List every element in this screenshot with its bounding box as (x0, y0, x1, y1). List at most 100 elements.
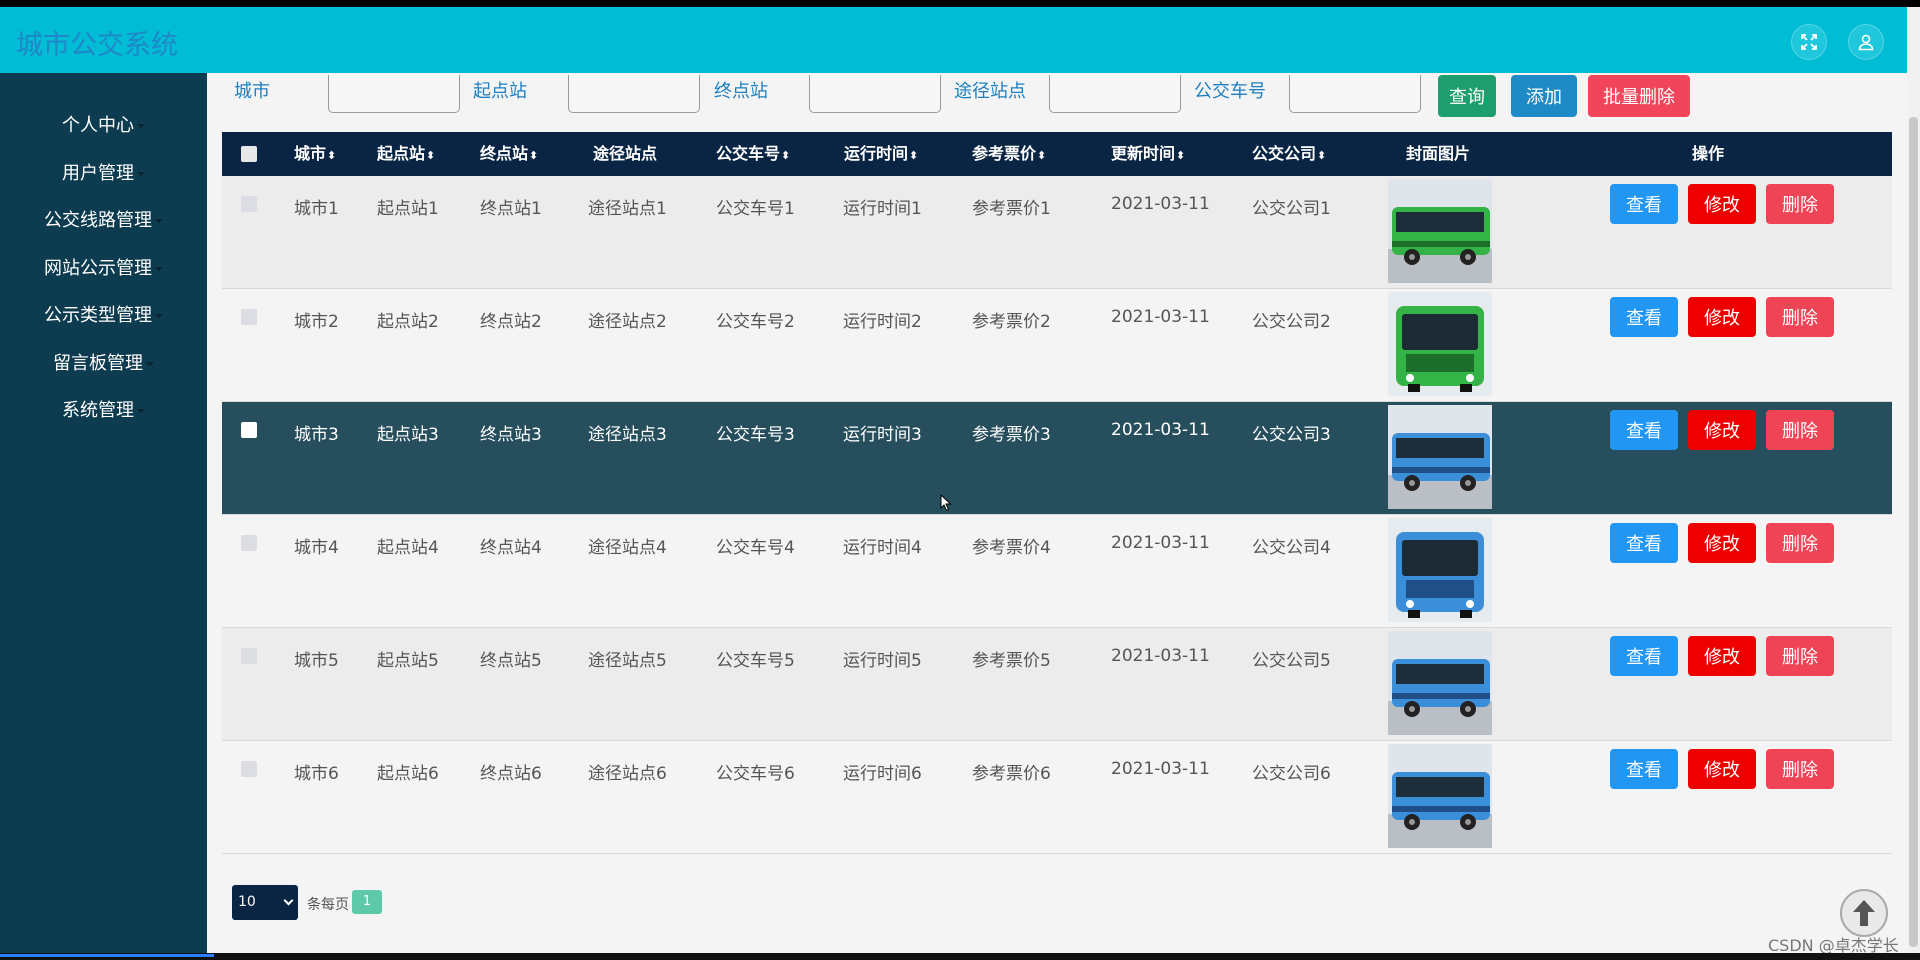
table-row[interactable]: 城市4 起点站4 终点站4 途径站点4 公交车号4 运行时间4 参考票价4 2021-03-1… (222, 515, 1892, 628)
edit-button[interactable]: 修改 (1688, 184, 1756, 224)
search-input-city[interactable] (328, 75, 460, 113)
sidebar-item-system-management[interactable]: 系统管理 (0, 396, 207, 426)
cell-start: 起点站4 (377, 538, 439, 558)
sidebar-item-label: 系统管理 (62, 400, 134, 421)
table-row[interactable]: 城市3 起点站3 终点站3 途径站点3 公交车号3 运行时间3 参考票价3 2021-03-1… (222, 402, 1892, 515)
view-button[interactable]: 查看 (1610, 749, 1678, 789)
cell-city: 城市5 (294, 651, 339, 671)
sidebar-item-notice-type-management[interactable]: 公示类型管理 (0, 301, 207, 331)
table-row[interactable]: 城市1 起点站1 终点站1 途径站点1 公交车号1 运行时间1 参考票价1 2021-03-1… (222, 176, 1892, 289)
search-input-start[interactable] (568, 75, 700, 113)
cell-start: 起点站3 (377, 425, 439, 445)
table-row[interactable]: 城市6 起点站6 终点站6 途径站点6 公交车号6 运行时间6 参考票价6 2021-03-1… (222, 741, 1892, 854)
cell-company: 公交公司6 (1252, 764, 1331, 784)
header-label: 运行时间 (844, 144, 909, 163)
cell-updated: 2021-03-11 (1111, 194, 1210, 214)
cell-end: 终点站3 (480, 425, 542, 445)
view-button[interactable]: 查看 (1610, 184, 1678, 224)
header-label: 途径站点 (593, 144, 658, 163)
header-end[interactable]: 终点站⬍ (480, 132, 538, 176)
table-row[interactable]: 城市2 起点站2 终点站2 途径站点2 公交车号2 运行时间2 参考票价2 2021-03-1… (222, 289, 1892, 402)
cell-via: 途径站点5 (588, 651, 667, 671)
sidebar-item-bus-route-management[interactable]: 公交线路管理 (0, 206, 207, 236)
cover-image (1388, 744, 1492, 848)
scroll-to-top-button[interactable] (1840, 889, 1888, 937)
search-input-bus-no[interactable] (1289, 75, 1421, 113)
cell-fare: 参考票价5 (972, 651, 1051, 671)
header-label: 封面图片 (1406, 144, 1471, 163)
cell-end: 终点站6 (480, 764, 542, 784)
delete-button[interactable]: 删除 (1766, 749, 1834, 789)
cell-city: 城市1 (294, 199, 339, 219)
page-scrollbar[interactable] (1907, 7, 1920, 953)
sidebar-item-user-management[interactable]: 用户管理 (0, 159, 207, 189)
header-cover-image: 封面图片 (1406, 132, 1470, 176)
search-label-via: 途径站点 (954, 81, 1026, 102)
cover-image (1388, 179, 1492, 283)
view-button[interactable]: 查看 (1610, 636, 1678, 676)
edit-button[interactable]: 修改 (1688, 410, 1756, 450)
header-bus-no[interactable]: 公交车号⬍ (716, 132, 790, 176)
row-checkbox[interactable] (241, 422, 257, 438)
search-input-via[interactable] (1049, 75, 1181, 113)
header-fare[interactable]: 参考票价⬍ (972, 132, 1046, 176)
chevron-down-icon (283, 895, 294, 906)
cover-image (1388, 631, 1492, 735)
header-city[interactable]: 城市⬍ (294, 132, 336, 176)
sidebar-item-personal-center[interactable]: 个人中心 (0, 111, 207, 141)
header-company[interactable]: 公交公司⬍ (1252, 132, 1326, 176)
header-run-time[interactable]: 运行时间⬍ (844, 132, 918, 176)
row-checkbox[interactable] (241, 309, 257, 325)
edit-button[interactable]: 修改 (1688, 749, 1756, 789)
header-via: 途径站点 (593, 132, 657, 176)
caret-down-icon (146, 362, 154, 366)
cell-run-time: 运行时间3 (843, 425, 922, 445)
view-button[interactable]: 查看 (1610, 523, 1678, 563)
cover-image (1388, 518, 1492, 622)
cell-bus-no: 公交车号5 (716, 651, 795, 671)
header-updated[interactable]: 更新时间⬍ (1111, 132, 1185, 176)
header-label: 参考票价 (972, 144, 1037, 163)
select-all-checkbox[interactable] (241, 146, 257, 162)
view-button[interactable]: 查看 (1610, 410, 1678, 450)
delete-button[interactable]: 删除 (1766, 297, 1834, 337)
fullscreen-icon[interactable] (1791, 24, 1827, 60)
user-icon[interactable] (1848, 24, 1884, 60)
cell-start: 起点站1 (377, 199, 439, 219)
row-checkbox[interactable] (241, 761, 257, 777)
delete-button[interactable]: 删除 (1766, 636, 1834, 676)
cell-city: 城市3 (294, 425, 339, 445)
sidebar-item-message-board-management[interactable]: 留言板管理 (0, 349, 207, 379)
cell-fare: 参考票价4 (972, 538, 1051, 558)
delete-button[interactable]: 删除 (1766, 523, 1834, 563)
row-checkbox[interactable] (241, 196, 257, 212)
per-page-label: 条每页 (307, 897, 349, 913)
cell-end: 终点站5 (480, 651, 542, 671)
page-button-current[interactable]: 1 (352, 890, 382, 914)
cell-end: 终点站1 (480, 199, 542, 219)
cell-via: 途径站点2 (588, 312, 667, 332)
table-header: 城市⬍ 起点站⬍ 终点站⬍ 途径站点 公交车号⬍ 运行时间⬍ 参考票价⬍ 更新时… (222, 132, 1892, 176)
page-size-select[interactable]: 10 (232, 885, 298, 920)
top-bar: 城市公交系统 (0, 7, 1907, 73)
header-start[interactable]: 起点站⬍ (377, 132, 435, 176)
table-row[interactable]: 城市5 起点站5 终点站5 途径站点5 公交车号5 运行时间5 参考票价5 2021-03-1… (222, 628, 1892, 741)
add-button[interactable]: 添加 (1511, 75, 1577, 117)
view-button[interactable]: 查看 (1610, 297, 1678, 337)
delete-button[interactable]: 删除 (1766, 184, 1834, 224)
row-checkbox[interactable] (241, 535, 257, 551)
sidebar-item-notice-management[interactable]: 网站公示管理 (0, 254, 207, 284)
query-button[interactable]: 查询 (1438, 75, 1496, 117)
batch-delete-button[interactable]: 批量删除 (1588, 75, 1690, 117)
delete-button[interactable]: 删除 (1766, 410, 1834, 450)
scrollbar-thumb[interactable] (1909, 117, 1918, 947)
cell-company: 公交公司1 (1252, 199, 1331, 219)
sort-icon: ⬍ (327, 149, 337, 162)
edit-button[interactable]: 修改 (1688, 523, 1756, 563)
edit-button[interactable]: 修改 (1688, 297, 1756, 337)
row-checkbox[interactable] (241, 648, 257, 664)
caret-down-icon (137, 172, 145, 176)
search-label-bus-no: 公交车号 (1194, 81, 1266, 102)
search-input-end[interactable] (809, 75, 941, 113)
edit-button[interactable]: 修改 (1688, 636, 1756, 676)
